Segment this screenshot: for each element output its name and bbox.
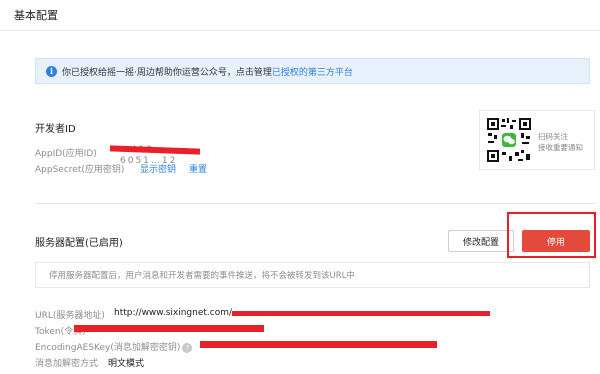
url-value: http://www.sixingnet.com/ [114,308,233,318]
appsecret-label: AppSecret(应用密钥) [35,165,125,175]
qr-follow-panel: 扫码关注 接收重要通知 [479,110,595,170]
disable-warning-text: 停用服务器配置后，用户消息和开发者需要的事件推送，将不会被转发到该URL中 [49,271,355,281]
third-party-platform-link[interactable]: 已授权的第三方平台 [272,65,353,78]
aeskey-label: EncodingAESKey(消息加解密密钥)? [35,340,193,353]
title-divider [0,30,600,31]
qr-code [485,116,533,164]
qr-caption-line2: 接收重要通知 [538,143,583,152]
server-config-heading: 服务器配置(已启用) [35,238,123,249]
disable-button[interactable]: 停用 [522,230,590,252]
qr-caption: 扫码关注 接收重要通知 [538,131,583,153]
disable-warning: 停用服务器配置后，用户消息和开发者需要的事件推送，将不会被转发到该URL中 [35,262,590,288]
encrypt-mode-value: 明文模式 [108,359,145,369]
modify-config-button[interactable]: 修改配置 [448,230,514,252]
url-label: URL(服务器地址) [35,311,105,321]
section-divider [35,203,595,204]
url-redaction-mark [232,311,490,316]
authorization-notice: i 你已授权给摇一摇·周边帮助你运营公众号，点击管理 已授权的第三方平台 [35,58,590,84]
qr-caption-line1: 扫码关注 [538,132,568,141]
encrypt-mode-label: 消息加解密方式 [35,359,99,369]
aeskey-redaction-mark [200,341,437,348]
show-secret-link[interactable]: 显示密钥 [140,162,176,175]
page-title: 基本配置 [14,9,58,22]
token-redaction-mark [74,325,264,332]
notice-text: 你已授权给摇一摇·周边帮助你运营公众号，点击管理 [62,67,272,78]
info-icon: i [46,65,57,77]
aeskey-label-text: EncodingAESKey(消息加解密密钥) [35,343,181,353]
help-icon[interactable]: ? [182,342,193,353]
appid-label: AppID(应用ID) [35,149,97,159]
reset-secret-link[interactable]: 重置 [189,162,207,175]
developer-id-heading: 开发者ID [35,124,76,135]
